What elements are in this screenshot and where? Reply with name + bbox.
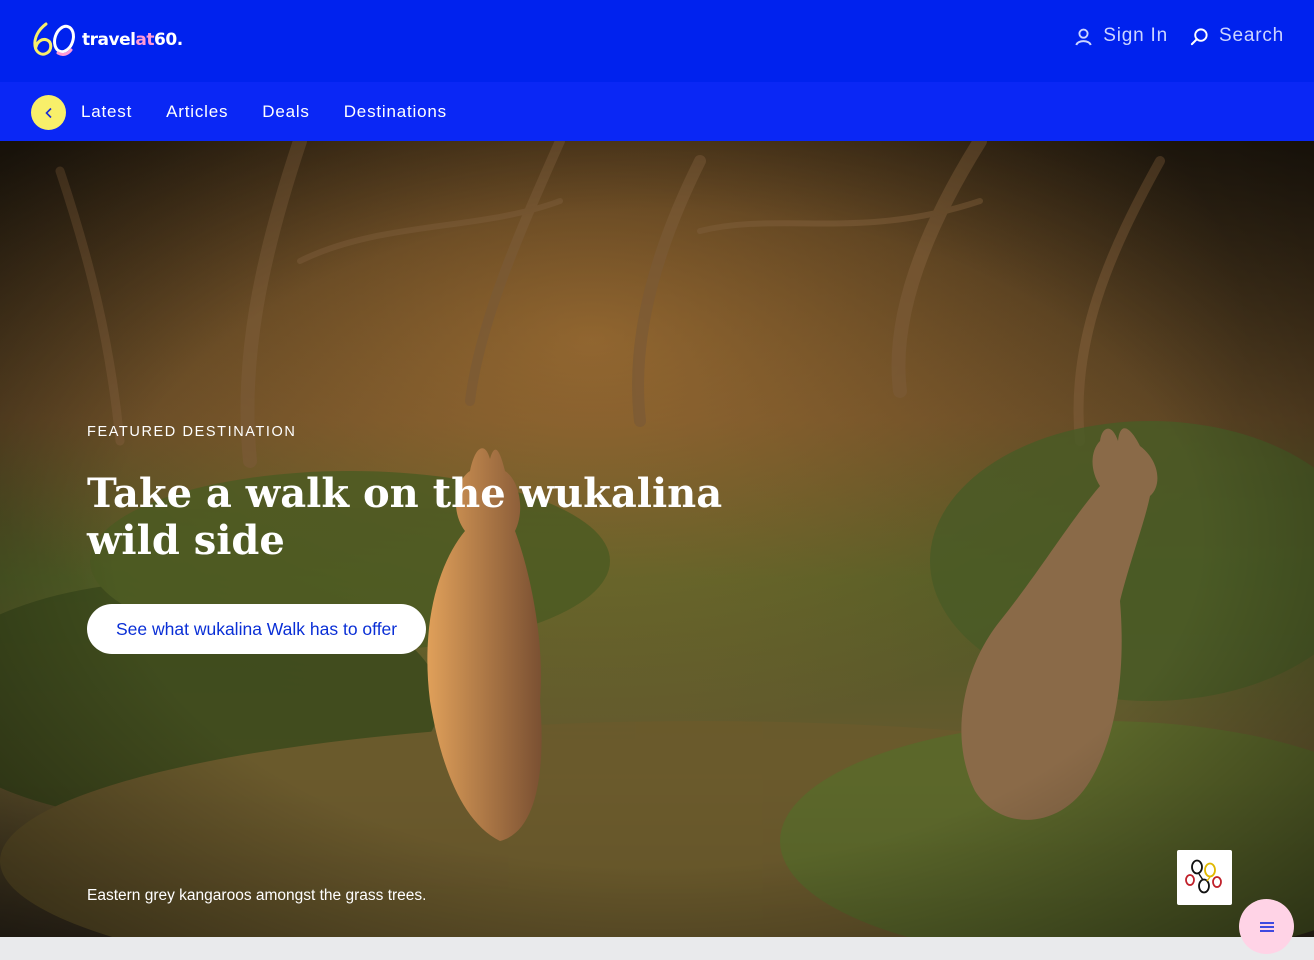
badge-art-icon (1185, 859, 1222, 894)
logo-60-icon (33, 22, 75, 56)
sign-in-button[interactable]: Sign In (1074, 25, 1168, 47)
site-header: travelat60. Sign In Search (0, 0, 1314, 82)
site-logo[interactable]: travelat60. (30, 20, 183, 60)
logo-wordmark: travelat60. (82, 30, 183, 50)
hero-eyebrow: FEATURED DESTINATION (87, 424, 297, 440)
nav-items: Latest Articles Deals Destinations (81, 82, 481, 141)
nav-item-latest[interactable]: Latest (81, 102, 132, 122)
hero-image-caption: Eastern grey kangaroos amongst the grass… (87, 887, 427, 904)
header-actions: Sign In Search (1074, 22, 1284, 50)
nav-item-destinations[interactable]: Destinations (344, 102, 447, 122)
nav-item-articles[interactable]: Articles (166, 102, 228, 122)
search-icon (1190, 27, 1208, 45)
search-button[interactable]: Search (1190, 25, 1284, 47)
primary-nav: Latest Articles Deals Destinations (0, 82, 1314, 141)
back-button[interactable] (31, 95, 66, 130)
hero-cta-button[interactable]: See what wukalina Walk has to offer (87, 604, 427, 654)
hero-featured-destination: FEATURED DESTINATION Take a walk on the … (0, 141, 1314, 937)
aboriginal-art-badge-icon[interactable] (1177, 850, 1232, 905)
search-label: Search (1218, 25, 1284, 46)
menu-icon (1259, 921, 1274, 932)
chevron-left-icon (44, 107, 52, 118)
floating-menu-button[interactable] (1239, 899, 1294, 954)
sign-in-label: Sign In (1103, 25, 1168, 46)
nav-item-deals[interactable]: Deals (262, 102, 309, 122)
hero-title: Take a walk on the wukalina wild side (87, 470, 723, 564)
user-icon (1075, 28, 1092, 45)
